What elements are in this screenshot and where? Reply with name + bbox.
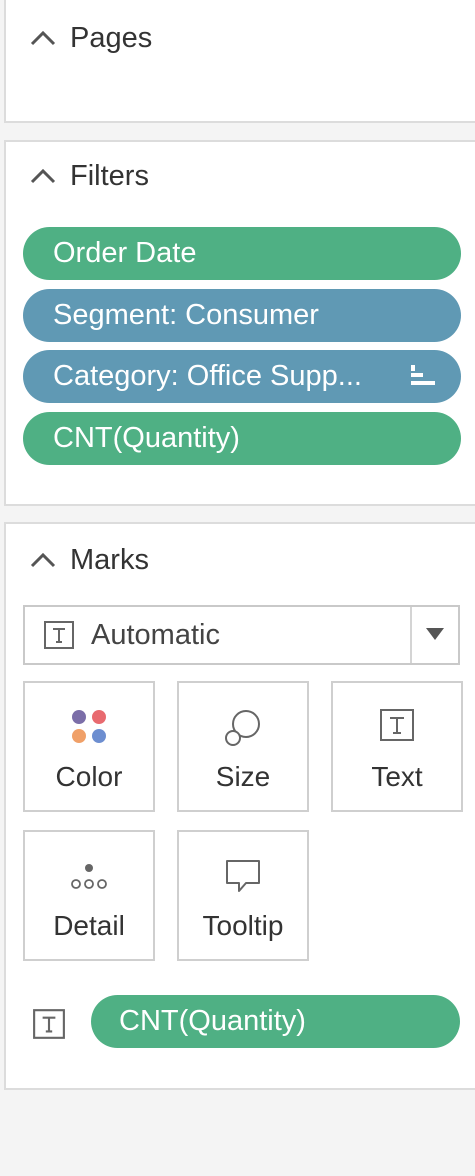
color-label: Color [55,761,123,792]
text-encoding-icon[interactable] [32,1008,66,1040]
size-button[interactable]: Size [177,681,309,812]
chevron-up-icon [30,30,56,46]
sort-icon [411,365,435,385]
filter-pill-cnt-quantity[interactable]: CNT(Quantity) [23,412,461,465]
detail-label: Detail [53,910,125,941]
filter-pill-category[interactable]: Category: Office Supp... [23,350,461,403]
filter-pill-order-date[interactable]: Order Date [23,227,461,280]
marks-title: Marks [70,543,149,576]
mark-type-dropdown[interactable]: Automatic [23,605,460,665]
pages-card: Pages [4,0,475,123]
chevron-up-icon [30,552,56,568]
color-button[interactable]: Color [23,681,155,812]
marks-field-pill-cnt-quantity[interactable]: CNT(Quantity) [91,995,460,1048]
mark-type-label: Automatic [91,618,220,651]
pages-header[interactable]: Pages [28,18,152,58]
pages-title: Pages [70,21,153,54]
filter-pill-label: Order Date [53,237,197,269]
filter-pill-label: CNT(Quantity) [53,422,240,454]
filter-pill-segment[interactable]: Segment: Consumer [23,289,461,342]
marks-card: Marks Automatic Color Size Text Detail T… [4,522,475,1090]
detail-button[interactable]: Detail [23,830,155,961]
dropdown-divider [410,607,412,663]
text-icon [380,709,414,741]
filter-pill-label: Category: Office Supp... [53,360,362,392]
filter-pill-label: Segment: Consumer [53,299,319,331]
text-mark-icon [44,621,74,649]
size-label: Size [215,761,271,792]
filters-title: Filters [70,159,149,192]
tooltip-icon [226,860,260,892]
color-icon [72,710,106,743]
text-button[interactable]: Text [331,681,463,812]
detail-icon [71,864,107,889]
tooltip-button[interactable]: Tooltip [177,830,309,961]
marks-field-pill-label: CNT(Quantity) [119,1005,306,1037]
marks-header[interactable]: Marks [28,540,149,580]
dropdown-arrow-icon[interactable] [425,627,445,641]
chevron-up-icon [30,168,56,184]
filters-card: Filters Order Date Segment: Consumer Cat… [4,140,475,506]
filters-header[interactable]: Filters [28,156,149,196]
tooltip-label: Tooltip [202,910,284,941]
text-label: Text [371,761,423,792]
size-icon [225,710,260,746]
